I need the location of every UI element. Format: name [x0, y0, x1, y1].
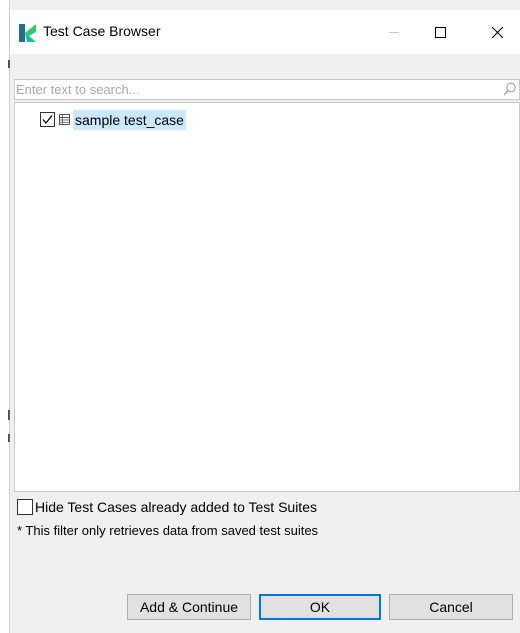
minimize-button[interactable]	[371, 10, 417, 54]
close-button[interactable]	[474, 10, 520, 54]
test-case-browser-dialog: Test Case Browser Enter text to search..…	[10, 10, 520, 633]
window-title: Test Case Browser	[43, 23, 161, 39]
close-icon	[491, 26, 503, 38]
tree-item-label[interactable]: sample test_case	[73, 110, 186, 130]
add-continue-button[interactable]: Add & Continue	[127, 594, 251, 620]
hide-test-cases-label[interactable]: Hide Test Cases already added to Test Su…	[35, 499, 317, 516]
test-case-icon	[59, 114, 70, 125]
ok-button[interactable]: OK	[259, 594, 381, 620]
filter-note: * This filter only retrieves data from s…	[17, 523, 319, 538]
search-box	[14, 79, 520, 100]
katalon-logo-icon	[19, 24, 36, 42]
title-bar[interactable]: Test Case Browser	[10, 10, 520, 54]
test-case-tree[interactable]: sample test_case	[14, 102, 520, 492]
search-input[interactable]	[16, 80, 496, 99]
minimize-icon	[388, 31, 399, 33]
search-icon[interactable]	[503, 82, 517, 96]
maximize-button[interactable]	[417, 10, 463, 54]
background-window-edge	[0, 0, 10, 633]
checkmark-icon	[42, 115, 53, 125]
cancel-button[interactable]: Cancel	[389, 594, 513, 620]
tree-item-checkbox[interactable]	[40, 112, 55, 127]
maximize-icon	[434, 26, 446, 38]
hide-test-cases-checkbox[interactable]	[17, 499, 33, 515]
